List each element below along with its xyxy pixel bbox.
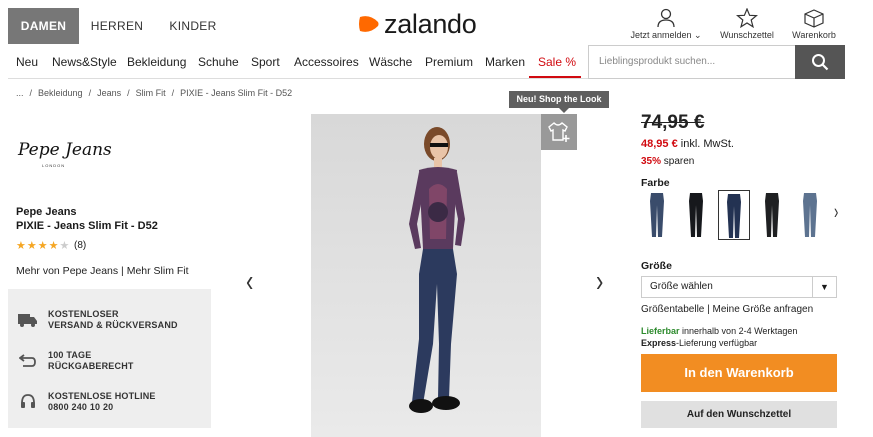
search-button[interactable] <box>795 45 845 79</box>
color-swatch[interactable] <box>794 190 826 240</box>
nav-neu[interactable]: Neu <box>16 55 38 69</box>
saving-text: sparen <box>663 156 695 167</box>
nav-schuhe[interactable]: Schuhe <box>198 55 239 69</box>
nav-marken[interactable]: Marken <box>485 55 525 69</box>
add-to-cart-button[interactable]: In den Warenkorb <box>641 354 837 392</box>
breadcrumb-slim-fit[interactable]: Slim Fit <box>136 88 166 98</box>
zalando-logo[interactable]: zalando <box>358 8 477 40</box>
cart-label: Warenkorb <box>792 30 836 40</box>
add-to-wishlist-button[interactable]: Auf den Wunschzettel <box>641 401 837 428</box>
more-links[interactable]: Mehr von Pepe Jeans | Mehr Slim Fit <box>16 265 189 277</box>
product-name: PIXIE - Jeans Slim Fit - D52 <box>16 220 158 232</box>
benefit-hotline-line1: KOSTENLOSE HOTLINE <box>48 391 156 401</box>
express-info: Express-Lieferung verfügbar <box>641 338 757 348</box>
chevron-down-icon: ⌄ <box>694 30 702 40</box>
wishlist-link[interactable]: Wunschzettel <box>718 8 776 40</box>
shirt-plus-icon <box>548 122 570 142</box>
search-icon <box>812 54 829 71</box>
cart-link[interactable]: Warenkorb <box>788 8 840 40</box>
product-brand[interactable]: Pepe Jeans <box>16 206 77 218</box>
rating-star-icon: ★ <box>16 240 27 252</box>
nav-accessoires[interactable]: Accessoires <box>294 55 359 69</box>
size-select-value: Größe wählen <box>650 281 713 292</box>
benefit-return-line2: RÜCKGABERECHT <box>48 361 134 371</box>
nav-sport[interactable]: Sport <box>251 55 280 69</box>
rating-star-icon: ★ <box>37 240 49 252</box>
benefit-hotline-line2: 0800 240 10 20 <box>48 402 114 412</box>
benefit-shipping: KOSTENLOSER VERSAND & RÜCKVERSAND <box>18 309 178 331</box>
benefit-return-line1: 100 TAGE <box>48 350 92 360</box>
swatch-next-icon[interactable]: › <box>834 200 838 224</box>
express-label: Express <box>641 338 677 348</box>
wishlist-label: Wunschzettel <box>720 30 774 40</box>
delivery-time: innerhalb von 2-4 Werktagen <box>682 326 798 336</box>
logo-text: zalando <box>384 8 477 39</box>
return-arrow-icon <box>18 352 38 370</box>
truck-icon <box>18 311 38 329</box>
login-label: Jetzt anmelden <box>630 30 692 40</box>
tab-damen[interactable]: DAMEN <box>8 8 79 44</box>
nav-waesche[interactable]: Wäsche <box>369 55 412 69</box>
color-swatch[interactable] <box>641 190 673 240</box>
sale-underline <box>529 76 581 78</box>
gallery-prev-button[interactable]: ‹ <box>246 263 253 299</box>
original-price: 74,95 € <box>641 112 705 133</box>
shop-the-look-tooltip: Neu! Shop the Look <box>509 91 609 113</box>
nav-news-style[interactable]: News&Style <box>52 55 117 69</box>
headset-icon <box>18 393 38 411</box>
chevron-down-icon: ▼ <box>812 277 836 297</box>
benefit-return: 100 TAGE RÜCKGABERECHT <box>18 350 134 372</box>
nav-sale[interactable]: Sale % <box>538 55 576 69</box>
brand-logo-sub: LONDON <box>42 163 66 168</box>
color-swatch[interactable] <box>718 190 750 240</box>
model-photo <box>409 127 465 413</box>
size-select[interactable]: Größe wählen ▼ <box>641 276 837 298</box>
nav-bekleidung[interactable]: Bekleidung <box>127 55 186 69</box>
benefit-shipping-line2: VERSAND & RÜCKVERSAND <box>48 320 178 330</box>
delivery-info: Lieferbar innerhalb von 2-4 Werktagen <box>641 326 797 336</box>
breadcrumb-bekleidung[interactable]: Bekleidung <box>38 88 83 98</box>
saving-percent: 35% <box>641 156 662 167</box>
login-link[interactable]: Jetzt anmelden ⌄ <box>628 8 704 41</box>
benefit-hotline: KOSTENLOSE HOTLINE 0800 240 10 20 <box>18 391 156 413</box>
rating-count[interactable]: (8) <box>74 240 86 251</box>
size-label: Größe <box>641 260 672 272</box>
sale-price-suffix: inkl. MwSt. <box>680 138 734 150</box>
nav-premium[interactable]: Premium <box>425 55 473 69</box>
express-text: -Lieferung verfügbar <box>676 338 758 348</box>
benefit-shipping-line1: KOSTENLOSER <box>48 309 119 319</box>
color-swatch[interactable] <box>756 190 788 240</box>
rating-star-icon: ★ <box>48 240 60 252</box>
tab-kinder[interactable]: KINDER <box>163 8 223 44</box>
box-icon <box>804 9 824 28</box>
rating-stars[interactable]: ★★★★★ <box>16 239 70 252</box>
star-icon <box>736 8 758 28</box>
color-swatch[interactable] <box>680 190 712 240</box>
user-icon <box>657 8 675 28</box>
tab-herren[interactable]: HERREN <box>86 8 148 44</box>
breadcrumb-ellipsis[interactable]: ... <box>16 88 24 98</box>
saving: 35% sparen <box>641 156 694 167</box>
zalando-flag-icon <box>359 16 379 32</box>
sale-price: 48,95 € inkl. MwSt. <box>641 138 734 150</box>
color-label: Farbe <box>641 177 670 189</box>
gallery-next-button[interactable]: › <box>596 263 603 299</box>
sale-price-value: 48,95 € <box>641 138 678 150</box>
brand-logo[interactable]: Pepe Jeans <box>18 140 112 160</box>
size-links[interactable]: Größentabelle | Meine Größe anfragen <box>641 304 813 315</box>
search-input[interactable]: Lieblingsprodukt suchen... <box>588 45 795 79</box>
breadcrumb-jeans[interactable]: Jeans <box>97 88 121 98</box>
shop-the-look-button[interactable] <box>541 114 577 150</box>
product-image[interactable] <box>311 114 541 437</box>
delivery-status: Lieferbar <box>641 326 680 336</box>
rating-star-icon: ★ <box>59 240 71 252</box>
rating-star-icon: ★ <box>26 240 38 252</box>
breadcrumb: ... / Bekleidung / Jeans / Slim Fit / PIXIE - Je… <box>16 88 293 98</box>
breadcrumb-current: PIXIE - Jeans Slim Fit - D52 <box>180 88 293 98</box>
